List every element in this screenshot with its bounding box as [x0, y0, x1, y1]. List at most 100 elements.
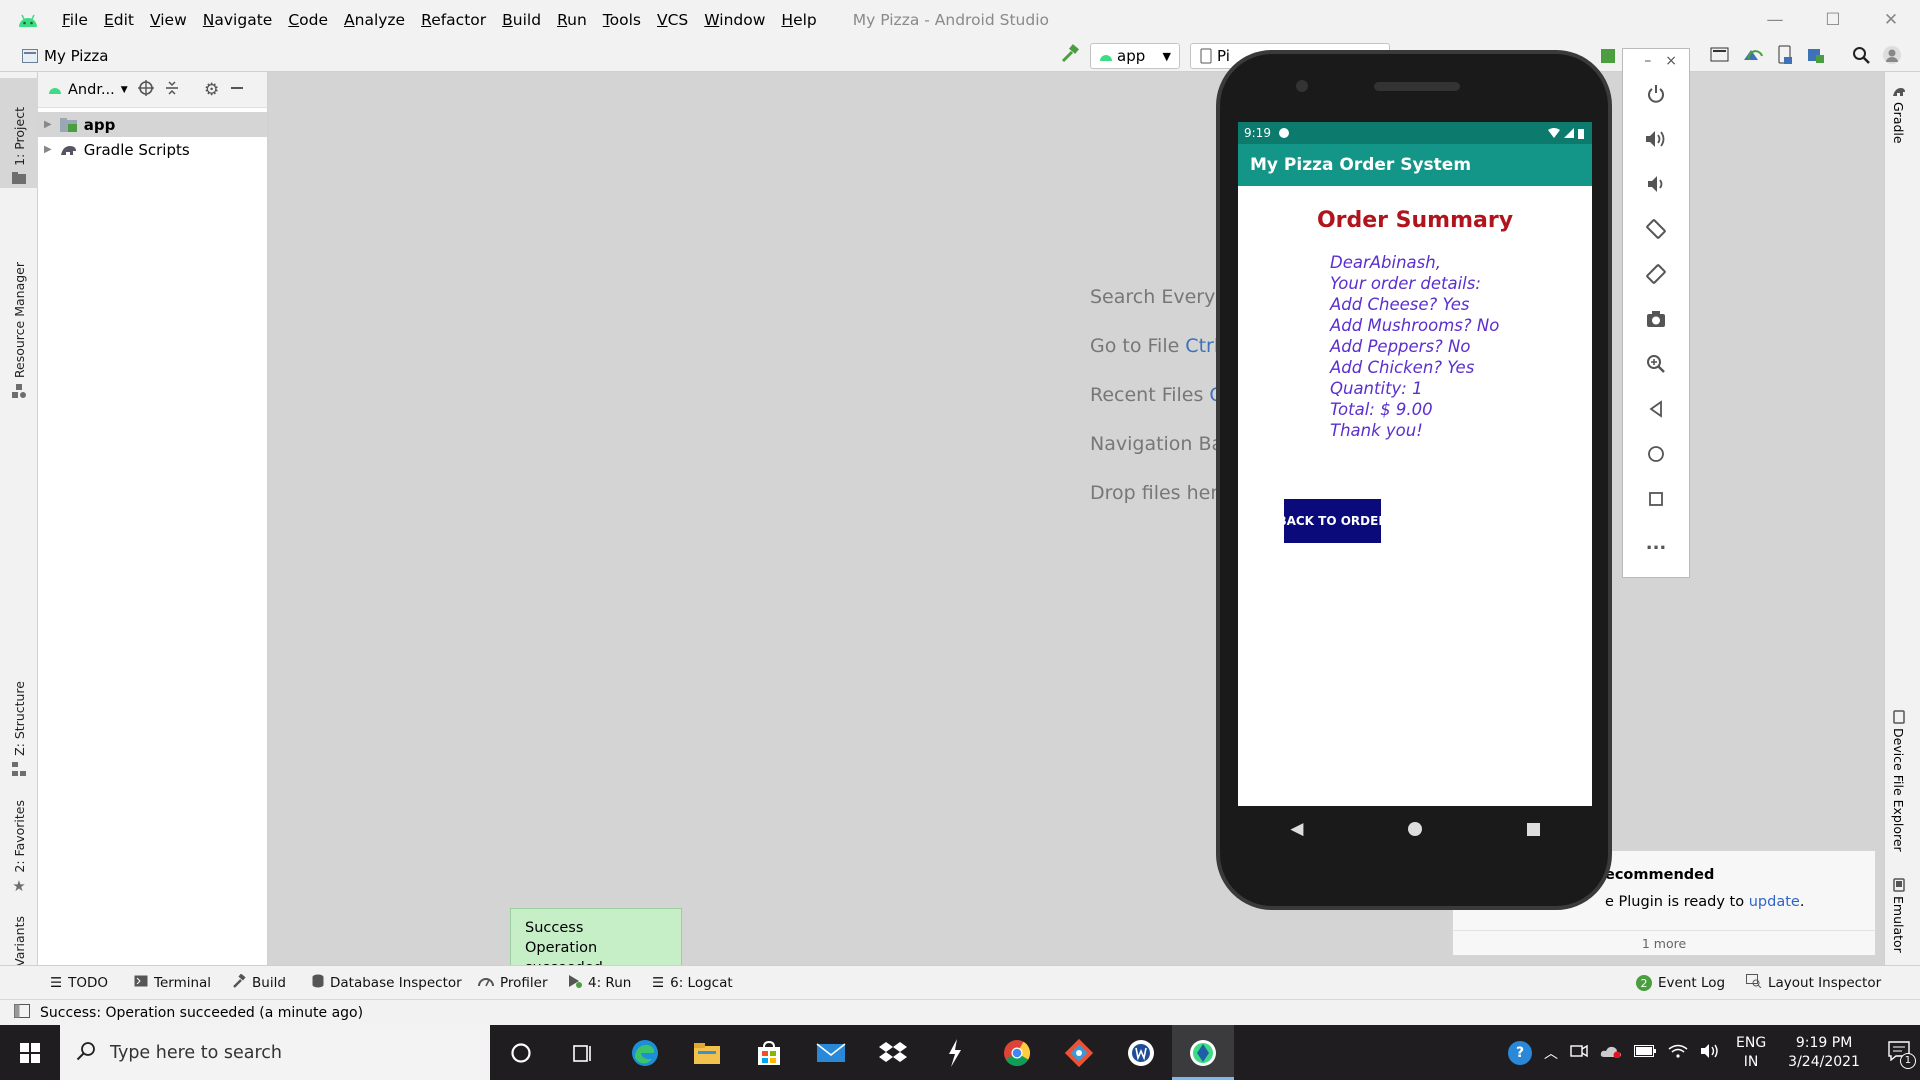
status-message[interactable]: Success: Operation succeeded (a minute a… [40, 1005, 363, 1021]
view-selector[interactable]: Andr... ▼ [48, 82, 128, 98]
tab-favorites[interactable]: 2: Favorites ★ [0, 787, 38, 897]
update-link[interactable]: update [1749, 894, 1800, 910]
nav-home-icon[interactable] [1408, 822, 1423, 836]
device-manager-icon[interactable] [1776, 45, 1794, 69]
minimize-button[interactable]: — [1746, 0, 1804, 40]
menu-view[interactable]: View [142, 11, 195, 29]
profile-icon[interactable] [1806, 45, 1826, 69]
mail-icon[interactable] [800, 1025, 862, 1080]
sync-icon[interactable] [1598, 46, 1618, 70]
locate-icon[interactable] [138, 79, 154, 100]
search-icon[interactable] [1852, 46, 1870, 68]
android-studio-taskbar-icon[interactable] [1172, 1025, 1234, 1080]
home-icon[interactable] [1623, 431, 1689, 476]
wifi-icon[interactable] [1668, 1044, 1688, 1062]
overview-icon[interactable] [1623, 476, 1689, 521]
help-icon[interactable]: ? [1508, 1040, 1532, 1065]
volume-down-icon[interactable] [1623, 161, 1689, 206]
menu-tools[interactable]: Tools [595, 11, 649, 29]
account-icon[interactable] [1882, 45, 1902, 69]
back-icon[interactable] [1623, 386, 1689, 431]
camera-icon[interactable] [1623, 296, 1689, 341]
tab-profiler[interactable]: Profiler [478, 966, 548, 1000]
emulator-minimize-button[interactable]: – [1644, 53, 1651, 71]
make-project-icon[interactable] [1060, 44, 1080, 68]
dropbox-icon[interactable] [862, 1025, 924, 1080]
nav-back-icon[interactable]: ◀ [1290, 819, 1303, 839]
battery-icon[interactable] [1634, 1044, 1656, 1061]
menu-help[interactable]: Help [773, 11, 824, 29]
expand-arrow-icon[interactable]: ▶ [44, 144, 52, 155]
taskbar-search[interactable]: Type here to search [60, 1025, 490, 1080]
meet-now-icon[interactable] [1570, 1043, 1588, 1063]
breadcrumb[interactable]: My Pizza [22, 47, 108, 65]
tab-device-file-explorer[interactable]: Device File Explorer [1891, 710, 1906, 852]
menu-code[interactable]: Code [280, 11, 336, 29]
tab-emulator[interactable]: Emulator [1891, 878, 1906, 953]
more-icon[interactable]: ... [1623, 521, 1689, 566]
menu-file[interactable]: File [54, 11, 96, 29]
cortana-icon[interactable] [490, 1025, 552, 1080]
tab-run[interactable]: 4: Run [568, 966, 631, 1000]
tab-project[interactable]: 1: Project [0, 78, 38, 188]
file-explorer-icon[interactable] [676, 1025, 738, 1080]
panel-toggle-icon[interactable] [14, 1003, 30, 1022]
menu-vcs[interactable]: VCS [649, 11, 696, 29]
close-button[interactable]: ✕ [1862, 0, 1920, 40]
windows-taskbar: Type here to search ? ︿ ENG IN 9:19 PM 3… [0, 1025, 1920, 1080]
zoom-icon[interactable] [1623, 341, 1689, 386]
tab-resource-manager[interactable]: Resource Manager [0, 192, 38, 402]
maximize-button[interactable]: ☐ [1804, 0, 1862, 40]
volume-icon[interactable] [1700, 1043, 1720, 1063]
tab-layout-inspector[interactable]: Layout Inspector [1746, 966, 1881, 1000]
input-language[interactable]: ENG IN [1736, 1034, 1766, 1072]
back-to-order-button[interactable]: BACK TO ORDER [1284, 499, 1381, 543]
power-icon[interactable] [1623, 71, 1689, 116]
tab-todo[interactable]: ☰ TODO [50, 966, 108, 1000]
tab-event-log[interactable]: 2 Event Log [1636, 966, 1725, 1000]
menu-edit[interactable]: Edit [96, 11, 142, 29]
volume-up-icon[interactable] [1623, 116, 1689, 161]
menu-run[interactable]: Run [549, 11, 595, 29]
sdk-manager-icon[interactable] [1742, 46, 1764, 68]
avd-manager-icon[interactable] [1710, 46, 1730, 68]
menu-window[interactable]: Window [696, 11, 773, 29]
tab-build[interactable]: Build [232, 966, 286, 1000]
tab-structure[interactable]: Z: Structure [0, 610, 38, 780]
collapse-all-icon[interactable] [164, 80, 180, 100]
tree-item-app[interactable]: ▶ app [38, 112, 267, 137]
menu-navigate[interactable]: Navigate [195, 11, 281, 29]
run-config-dropdown[interactable]: app ▼ [1090, 43, 1180, 69]
chevron-up-icon[interactable]: ︿ [1544, 1043, 1558, 1063]
hide-panel-icon[interactable] [229, 80, 245, 100]
summary-line: DearAbinash, [1330, 253, 1441, 272]
store-icon[interactable] [738, 1025, 800, 1080]
stylus-app-icon[interactable] [924, 1025, 986, 1080]
tab-database-inspector[interactable]: Database Inspector [312, 966, 462, 1000]
tree-item-gradle-scripts[interactable]: ▶ Gradle Scripts [38, 137, 267, 162]
task-view-icon[interactable] [552, 1025, 614, 1080]
chevron-down-icon: ▼ [120, 84, 128, 95]
chrome-icon[interactable] [986, 1025, 1048, 1080]
tab-logcat[interactable]: ☰ 6: Logcat [652, 966, 733, 1000]
gear-icon[interactable]: ⚙ [204, 80, 219, 100]
nav-recents-icon[interactable] [1526, 822, 1540, 836]
rotate-left-icon[interactable] [1623, 206, 1689, 251]
menu-build[interactable]: Build [494, 11, 549, 29]
windows-start-icon[interactable] [0, 1025, 60, 1080]
emulator-close-button[interactable]: × [1665, 53, 1677, 71]
action-center-icon[interactable]: 1 [1888, 1040, 1916, 1069]
menu-analyze[interactable]: Analyze [336, 11, 413, 29]
phone-screen[interactable]: 9:19 My Pizza Order System Order Summary… [1238, 122, 1592, 806]
menu-refactor[interactable]: Refactor [413, 11, 494, 29]
expand-arrow-icon[interactable]: ▶ [44, 119, 52, 130]
clock[interactable]: 9:19 PM 3/24/2021 [1788, 1034, 1860, 1072]
notification-more[interactable]: 1 more [1453, 930, 1875, 955]
rotate-right-icon[interactable] [1623, 251, 1689, 296]
tab-terminal[interactable]: Terminal [134, 966, 211, 1000]
word-app-icon[interactable] [1110, 1025, 1172, 1080]
git-icon[interactable] [1048, 1025, 1110, 1080]
tab-gradle[interactable]: Gradle [1891, 86, 1906, 144]
onedrive-icon[interactable] [1600, 1044, 1622, 1062]
edge-icon[interactable] [614, 1025, 676, 1080]
